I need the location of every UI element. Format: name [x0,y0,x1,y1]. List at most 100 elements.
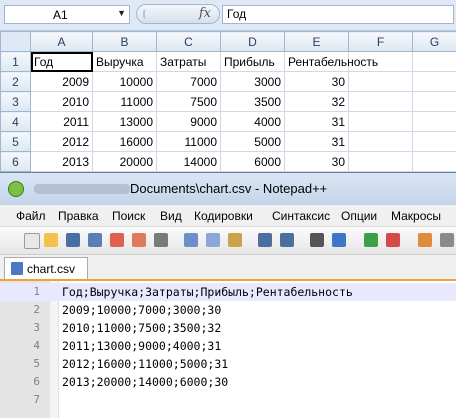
editor-line[interactable]: 32010;11000;7500;3500;32 [0,319,456,337]
cell[interactable]: 30 [285,72,349,92]
name-box[interactable]: A1 ▼ [4,5,130,24]
notepad-window: Documents\chart.csv - Notepad++ Файл Пра… [0,172,456,418]
redo-icon[interactable] [280,233,294,247]
cell[interactable]: 5000 [221,132,285,152]
row-header[interactable]: 2 [1,72,31,92]
formula-input[interactable]: Год [222,5,454,24]
column-header-a[interactable]: A [31,32,93,52]
cell[interactable]: 7000 [157,72,221,92]
cell[interactable] [349,112,413,132]
cell[interactable]: 31 [285,112,349,132]
find-icon[interactable] [310,233,324,247]
cell[interactable]: 2013 [31,152,93,172]
cell[interactable]: 11000 [93,92,157,112]
new-file-icon[interactable] [24,233,40,249]
zoom-in-icon[interactable] [364,233,378,247]
replace-icon[interactable] [332,233,346,247]
row-header[interactable]: 5 [1,132,31,152]
cell[interactable] [413,52,456,72]
editor-line[interactable]: 52012;16000;11000;5000;31 [0,355,456,373]
menu-syntax[interactable]: Синтаксис [272,209,330,223]
close-all-icon[interactable] [132,233,146,247]
editor-line[interactable]: 22009;10000;7000;3000;30 [0,301,456,319]
cell[interactable]: 2010 [31,92,93,112]
column-header-f[interactable]: F [349,32,413,52]
cell[interactable] [413,72,456,92]
cell[interactable]: 2009 [31,72,93,92]
column-header-b[interactable]: B [93,32,157,52]
cell[interactable]: 2012 [31,132,93,152]
cell[interactable] [349,152,413,172]
editor-line[interactable]: 62013;20000;14000;6000;30 [0,373,456,391]
tab-bar: chart.csv [0,255,456,281]
cell[interactable]: 3500 [221,92,285,112]
sync-scroll-icon[interactable] [418,233,432,247]
tab-chart-csv[interactable]: chart.csv [4,257,88,279]
editor-line[interactable]: 42011;13000;9000;4000;31 [0,337,456,355]
cell[interactable]: Прибыль [221,52,285,72]
row-header[interactable]: 6 [1,152,31,172]
menu-search[interactable]: Поиск [112,209,145,223]
cell[interactable]: Рентабельность [285,52,349,72]
line-number: 3 [0,321,40,334]
more-icon[interactable] [440,233,454,247]
chevron-down-icon[interactable]: ▼ [117,8,126,18]
cell[interactable]: Год [31,52,93,72]
title-bar[interactable]: Documents\chart.csv - Notepad++ [0,173,456,205]
cell[interactable]: 31 [285,132,349,152]
copy-icon[interactable] [206,233,220,247]
cell[interactable]: 16000 [93,132,157,152]
insert-function-button[interactable]: fx [136,4,220,24]
print-icon[interactable] [154,233,168,247]
name-box-value: A1 [53,8,68,22]
cell[interactable]: 9000 [157,112,221,132]
column-header-g[interactable]: G [413,32,456,52]
cell[interactable]: 10000 [93,72,157,92]
undo-icon[interactable] [258,233,272,247]
cell[interactable]: 32 [285,92,349,112]
cell[interactable] [413,112,456,132]
menu-options[interactable]: Опции [341,209,377,223]
select-all-corner[interactable] [1,32,31,52]
zoom-out-icon[interactable] [386,233,400,247]
save-all-icon[interactable] [88,233,102,247]
row-header[interactable]: 1 [1,52,31,72]
paste-icon[interactable] [228,233,242,247]
cell[interactable]: Выручка [93,52,157,72]
cell[interactable]: 6000 [221,152,285,172]
column-header-d[interactable]: D [221,32,285,52]
column-header-e[interactable]: E [285,32,349,52]
cell[interactable]: 11000 [157,132,221,152]
row-header[interactable]: 3 [1,92,31,112]
column-header-c[interactable]: C [157,32,221,52]
close-icon[interactable] [110,233,124,247]
menu-edit[interactable]: Правка [58,209,99,223]
cut-icon[interactable] [184,233,198,247]
editor-area[interactable]: 1Год;Выручка;Затраты;Прибыль;Рентабельно… [0,281,456,418]
cell[interactable]: 7500 [157,92,221,112]
cell[interactable]: 3000 [221,72,285,92]
menu-macros[interactable]: Макросы [391,209,441,223]
row-header[interactable]: 4 [1,112,31,132]
cell[interactable]: 30 [285,152,349,172]
menu-encoding[interactable]: Кодировки [194,209,253,223]
cell[interactable] [349,132,413,152]
cell[interactable]: 4000 [221,112,285,132]
cell[interactable]: 13000 [93,112,157,132]
editor-line[interactable]: 7 [0,391,456,409]
menu-file[interactable]: Файл [16,209,46,223]
save-icon[interactable] [66,233,80,247]
cell[interactable] [413,132,456,152]
cell[interactable] [413,152,456,172]
cell[interactable] [349,92,413,112]
cell[interactable]: 14000 [157,152,221,172]
editor-line[interactable]: 1Год;Выручка;Затраты;Прибыль;Рентабельно… [0,283,456,301]
open-file-icon[interactable] [44,233,58,247]
menu-view[interactable]: Вид [160,209,182,223]
cell[interactable]: Затраты [157,52,221,72]
cell[interactable] [413,92,456,112]
cell[interactable]: 2011 [31,112,93,132]
cell[interactable]: 20000 [93,152,157,172]
line-number: 5 [0,357,40,370]
cell[interactable] [349,72,413,92]
